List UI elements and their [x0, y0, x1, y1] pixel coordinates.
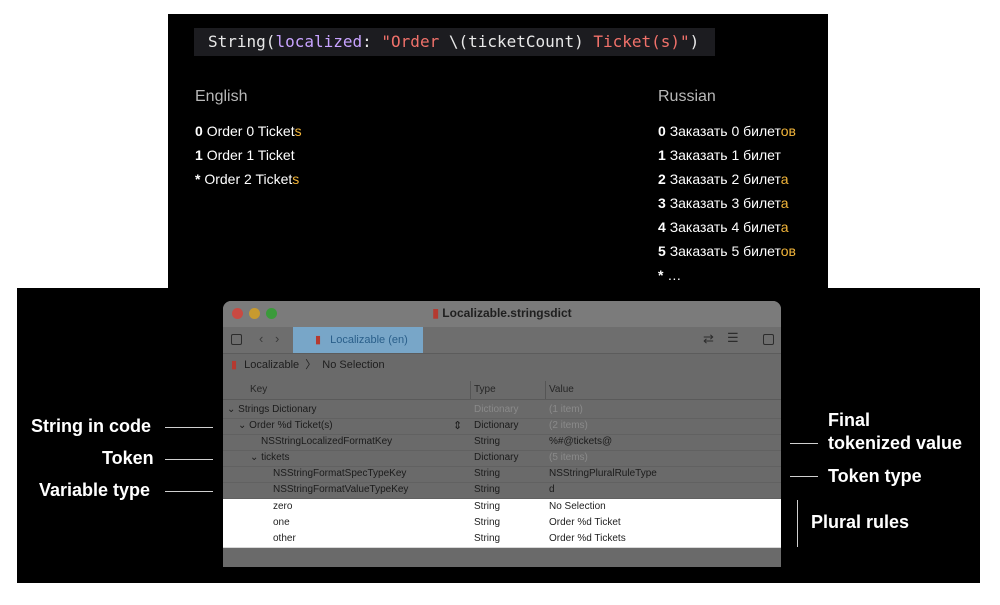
english-row: 1 Order 1 Ticket	[195, 147, 295, 163]
english-column-title: English	[195, 88, 248, 105]
header-type[interactable]: Type	[474, 381, 496, 399]
callout-variable-type: Variable type	[39, 480, 151, 500]
table-row[interactable]: NSStringFormatSpecTypeKey String NSStrin…	[223, 466, 781, 483]
russian-list: 0 Заказать 0 билетов 1 Заказать 1 билет …	[658, 119, 796, 287]
code-example-panel: String(localized: "Order \(ticketCount) …	[168, 14, 828, 296]
column-divider	[545, 381, 546, 399]
code-paren: )	[689, 32, 700, 51]
english-row: 0 Order 0 Tickets	[195, 123, 302, 139]
code-interpolation: \(ticketCount)	[448, 32, 594, 51]
code-snippet: String(localized: "Order \(ticketCount) …	[194, 28, 716, 56]
column-divider	[470, 381, 471, 399]
disclosure-icon[interactable]: ⌄	[227, 404, 235, 415]
stepper-icon[interactable]: ⇕	[453, 418, 462, 434]
code-colon: :	[362, 32, 382, 51]
russian-row: 0 Заказать 0 билетов	[658, 123, 796, 139]
header-key[interactable]: Key	[250, 381, 267, 399]
table-row[interactable]: NSStringFormatValueTypeKey String d	[223, 482, 781, 499]
back-chevron-icon[interactable]: ‹	[259, 331, 263, 346]
russian-row: * …	[658, 267, 682, 283]
disclosure-icon[interactable]: ⌄	[238, 420, 246, 431]
table-row[interactable]: ⌄ Strings Dictionary Dictionary (1 item)	[223, 402, 781, 419]
tab-localizable-en[interactable]: ▮ Localizable (en)	[293, 327, 423, 353]
breadcrumb-separator-icon: 〉	[305, 359, 317, 371]
table-row[interactable]: ⌄ tickets Dictionary (5 items)	[223, 450, 781, 467]
callout-line	[790, 476, 818, 477]
breadcrumb-file[interactable]: Localizable	[244, 359, 299, 371]
inspector-toggle-icon[interactable]	[763, 334, 774, 345]
russian-row: 1 Заказать 1 билет	[658, 147, 781, 163]
callout-final-line1: Final	[828, 410, 871, 430]
breadcrumb-selection[interactable]: No Selection	[322, 359, 384, 371]
code-string-open: "Order	[381, 32, 449, 51]
forward-chevron-icon[interactable]: ›	[275, 331, 279, 346]
russian-row: 2 Заказать 2 билета	[658, 171, 789, 187]
callout-token-type: Token type	[828, 466, 922, 486]
plist-file-icon: ▮	[315, 334, 322, 346]
code-string-close: Ticket(s)"	[593, 32, 690, 51]
callout-line	[790, 443, 818, 444]
callout-line	[165, 459, 213, 460]
callout-plural-rules: Plural rules	[811, 512, 910, 532]
table-row-plural-rule[interactable]: other String Order %d Tickets	[223, 531, 781, 548]
swap-arrows-icon[interactable]: ⇄	[703, 331, 714, 347]
russian-row: 4 Заказать 4 билета	[658, 219, 789, 235]
table-row[interactable]: ⌄ Order %d Ticket(s) ⇕ Dictionary (2 ite…	[223, 418, 781, 435]
russian-row: 3 Заказать 3 билета	[658, 195, 789, 211]
callout-string-in-code: String in code	[31, 416, 152, 436]
code-param: localized	[275, 32, 363, 51]
xcode-window: ▮ Localizable.stringsdict ‹ › ▮ Localiza…	[223, 301, 781, 567]
english-row: * Order 2 Tickets	[195, 171, 300, 187]
table-row[interactable]: NSStringLocalizedFormatKey String %#@tic…	[223, 434, 781, 451]
grid-icon[interactable]	[231, 334, 242, 345]
plist-file-icon: ▮	[231, 359, 238, 371]
breadcrumb: ▮ Localizable 〉 No Selection	[223, 354, 781, 376]
english-list: 0 Order 0 Tickets 1 Order 1 Ticket * Ord…	[195, 119, 302, 191]
russian-row: 5 Заказать 5 билетов	[658, 243, 796, 259]
title-bar: ▮ Localizable.stringsdict	[223, 301, 781, 327]
callout-line	[165, 491, 213, 492]
window-title: ▮ Localizable.stringsdict	[432, 306, 572, 320]
editor-toolbar: ‹ › ▮ Localizable (en) ⇄ ☰	[223, 327, 781, 354]
header-value[interactable]: Value	[549, 381, 574, 399]
callout-token: Token	[102, 448, 154, 468]
code-type: String(	[208, 32, 276, 51]
russian-column-title: Russian	[658, 88, 716, 105]
callout-final-line2: tokenized value	[828, 433, 963, 453]
disclosure-icon[interactable]: ⌄	[250, 452, 258, 463]
callout-line	[165, 427, 213, 428]
table-row-plural-rule[interactable]: zero String No Selection	[223, 499, 781, 516]
table-row-plural-rule[interactable]: one String Order %d Ticket	[223, 515, 781, 532]
column-header: Key Type Value	[223, 381, 781, 400]
lines-icon[interactable]: ☰	[727, 330, 739, 346]
plist-file-icon: ▮	[432, 306, 439, 320]
callout-bracket	[797, 500, 798, 547]
